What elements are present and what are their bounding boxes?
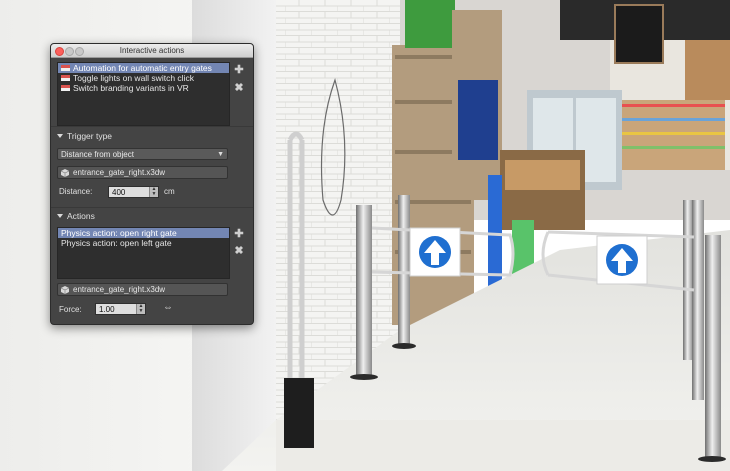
distance-value: 400 bbox=[112, 188, 126, 197]
trigger-type-select[interactable]: Distance from object ▼ bbox=[57, 148, 228, 160]
force-input[interactable]: 1.00 ▲ ▼ bbox=[95, 303, 146, 315]
object-filename: entrance_gate_right.x3dw bbox=[73, 168, 166, 177]
automation-label: Toggle lights on wall switch click bbox=[73, 73, 194, 83]
force-value: 1.00 bbox=[99, 305, 115, 314]
add-automation-button[interactable]: ✚ bbox=[233, 64, 245, 76]
window-titlebar[interactable]: Interactive actions bbox=[51, 44, 253, 58]
distance-label: Distance: bbox=[59, 187, 93, 196]
stepper-arrows-icon[interactable]: ▲ ▼ bbox=[136, 304, 145, 314]
collapse-triangle-icon bbox=[57, 214, 63, 218]
list-item[interactable]: Physics action: open right gate bbox=[58, 228, 229, 238]
direction-toggle-icon[interactable]: ⇔ bbox=[163, 302, 173, 313]
automation-label: Automation for automatic entry gates bbox=[73, 63, 212, 73]
divider bbox=[51, 207, 253, 208]
remove-automation-button[interactable]: ✖ bbox=[233, 82, 245, 94]
window-title: Interactive actions bbox=[119, 46, 185, 55]
flag-icon bbox=[61, 73, 70, 81]
list-item[interactable]: Automation for automatic entry gates bbox=[58, 63, 229, 73]
list-item[interactable]: Toggle lights on wall switch click bbox=[58, 73, 229, 83]
actions-list[interactable]: Physics action: open right gate Physics … bbox=[57, 227, 230, 279]
list-item[interactable]: Physics action: open left gate bbox=[58, 238, 229, 248]
interactive-actions-panel: Interactive actions Automation for autom… bbox=[50, 43, 254, 325]
object-filename: entrance_gate_right.x3dw bbox=[73, 285, 166, 294]
action-label: Physics action: open left gate bbox=[61, 238, 172, 248]
list-item[interactable]: Switch branding variants in VR bbox=[58, 83, 229, 93]
stepper-arrows-icon[interactable]: ▲ ▼ bbox=[149, 187, 158, 197]
force-label: Force: bbox=[59, 305, 82, 314]
select-value: Distance from object bbox=[61, 150, 134, 159]
automation-label: Switch branding variants in VR bbox=[73, 83, 189, 93]
x-icon: ✖ bbox=[234, 82, 244, 94]
section-label: Actions bbox=[67, 211, 95, 221]
trigger-type-section-header[interactable]: Trigger type bbox=[57, 131, 112, 141]
collapse-triangle-icon bbox=[57, 134, 63, 138]
actions-section-header[interactable]: Actions bbox=[57, 211, 95, 221]
action-label: Physics action: open right gate bbox=[61, 228, 177, 238]
chevron-down-icon: ▼ bbox=[217, 151, 224, 158]
distance-input[interactable]: 400 ▲ ▼ bbox=[108, 186, 159, 198]
flag-icon bbox=[61, 83, 70, 91]
action-object-field[interactable]: entrance_gate_right.x3dw bbox=[57, 283, 228, 296]
x-icon: ✖ bbox=[234, 245, 244, 257]
remove-action-button[interactable]: ✖ bbox=[233, 245, 245, 257]
section-label: Trigger type bbox=[67, 131, 113, 141]
plus-icon: ✚ bbox=[234, 64, 244, 76]
plus-icon: ✚ bbox=[234, 228, 244, 240]
add-action-button[interactable]: ✚ bbox=[233, 228, 245, 240]
cube-icon bbox=[61, 169, 69, 177]
divider bbox=[51, 126, 253, 127]
distance-unit: cm bbox=[164, 187, 175, 196]
cube-icon bbox=[61, 286, 69, 294]
trigger-object-field[interactable]: entrance_gate_right.x3dw bbox=[57, 166, 228, 179]
automations-list[interactable]: Automation for automatic entry gates Tog… bbox=[57, 62, 230, 126]
flag-icon bbox=[61, 63, 70, 71]
